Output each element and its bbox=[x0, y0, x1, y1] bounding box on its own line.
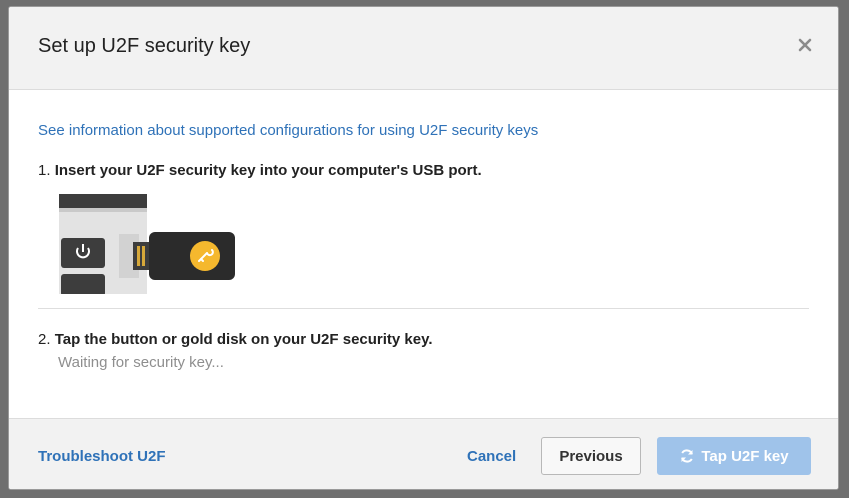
dialog-body: See information about supported configur… bbox=[9, 90, 838, 418]
refresh-icon bbox=[681, 449, 694, 463]
previous-button[interactable]: Previous bbox=[541, 437, 641, 475]
waiting-status: Waiting for security key... bbox=[58, 354, 224, 371]
step-2-number: 2. bbox=[38, 331, 51, 348]
step-divider bbox=[38, 308, 809, 309]
troubleshoot-u2f-link[interactable]: Troubleshoot U2F bbox=[38, 448, 166, 465]
step-2-instruction: Tap the button or gold disk on your U2F … bbox=[54, 331, 433, 348]
dialog-header: Set up U2F security key bbox=[9, 7, 838, 90]
close-icon[interactable] bbox=[796, 36, 814, 54]
cancel-button[interactable]: Cancel bbox=[467, 448, 516, 465]
step-1-instruction: Insert your U2F security key into your c… bbox=[54, 162, 482, 179]
supported-configurations-link[interactable]: See information about supported configur… bbox=[38, 122, 538, 139]
tap-u2f-key-button[interactable]: Tap U2F key bbox=[657, 437, 811, 475]
u2f-setup-dialog: Set up U2F security key See information … bbox=[8, 6, 839, 490]
usb-key-illustration bbox=[59, 194, 235, 294]
dialog-title: Set up U2F security key bbox=[38, 35, 251, 57]
previous-button-label: Previous bbox=[559, 447, 623, 465]
step-1: 1. Insert your U2F security key into you… bbox=[38, 162, 482, 179]
dialog-footer: Troubleshoot U2F Cancel Previous Tap U2F… bbox=[9, 418, 838, 489]
step-2: 2. Tap the button or gold disk on your U… bbox=[38, 331, 433, 348]
step-1-number: 1. bbox=[38, 162, 51, 179]
tap-u2f-key-label: Tap U2F key bbox=[701, 447, 789, 465]
